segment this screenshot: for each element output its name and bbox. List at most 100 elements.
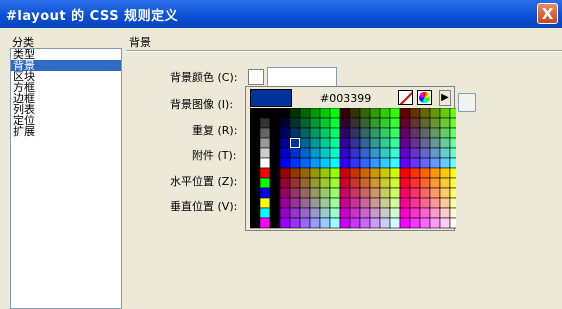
color-swatch[interactable] — [309, 157, 321, 169]
color-swatch[interactable] — [250, 217, 261, 229]
color-swatch[interactable] — [399, 167, 411, 179]
color-swatch[interactable] — [309, 117, 321, 129]
color-swatch[interactable] — [369, 157, 381, 169]
color-swatch[interactable] — [279, 147, 291, 159]
color-swatch[interactable] — [359, 207, 371, 219]
color-swatch[interactable] — [329, 137, 341, 149]
color-swatch[interactable] — [379, 197, 391, 209]
color-swatch[interactable] — [269, 187, 281, 199]
color-swatch[interactable] — [269, 197, 281, 209]
color-swatch[interactable] — [359, 108, 371, 119]
color-swatch[interactable] — [449, 137, 456, 149]
color-swatch[interactable] — [419, 108, 431, 119]
color-swatch[interactable] — [359, 177, 371, 189]
color-swatch[interactable] — [279, 187, 291, 199]
color-swatch[interactable] — [369, 207, 381, 219]
color-swatch[interactable] — [369, 137, 381, 149]
color-swatch[interactable] — [279, 207, 291, 219]
color-swatch[interactable] — [399, 197, 411, 209]
color-swatch[interactable] — [250, 147, 261, 159]
color-swatch[interactable] — [279, 217, 291, 229]
color-swatch[interactable] — [250, 187, 261, 199]
color-swatch[interactable] — [299, 147, 311, 159]
color-swatch[interactable] — [449, 167, 456, 179]
color-swatch[interactable] — [439, 197, 451, 209]
color-swatch[interactable] — [379, 217, 391, 229]
color-swatch[interactable] — [429, 207, 441, 219]
color-swatch[interactable] — [259, 197, 271, 209]
color-swatch[interactable] — [309, 197, 321, 209]
color-swatch[interactable] — [429, 147, 441, 159]
color-swatch[interactable] — [379, 207, 391, 219]
color-swatch[interactable] — [349, 167, 361, 179]
color-swatch[interactable] — [379, 127, 391, 139]
color-swatch[interactable] — [269, 157, 281, 169]
palette-menu-button[interactable]: ▶ — [439, 90, 451, 106]
color-swatch[interactable] — [299, 217, 311, 229]
color-swatch[interactable] — [359, 157, 371, 169]
color-swatch[interactable] — [349, 108, 361, 119]
color-swatch[interactable] — [319, 147, 331, 159]
color-swatch[interactable] — [409, 157, 421, 169]
color-swatch[interactable] — [369, 217, 381, 229]
color-swatch[interactable] — [329, 108, 341, 119]
color-swatch[interactable] — [299, 108, 311, 119]
color-swatch[interactable] — [439, 127, 451, 139]
color-swatch[interactable] — [259, 167, 271, 179]
color-swatch[interactable] — [339, 117, 351, 129]
color-swatch[interactable] — [279, 157, 291, 169]
color-swatch[interactable] — [319, 177, 331, 189]
color-swatch[interactable] — [409, 147, 421, 159]
color-swatch[interactable] — [289, 167, 301, 179]
color-swatch[interactable] — [429, 177, 441, 189]
color-swatch[interactable] — [409, 137, 421, 149]
color-swatch[interactable] — [329, 147, 341, 159]
color-swatch[interactable] — [299, 117, 311, 129]
color-swatch[interactable] — [429, 127, 441, 139]
color-swatch[interactable] — [250, 197, 261, 209]
color-swatch[interactable] — [329, 197, 341, 209]
color-swatch[interactable] — [409, 217, 421, 229]
color-swatch[interactable] — [419, 167, 431, 179]
color-swatch[interactable] — [379, 177, 391, 189]
color-swatch[interactable] — [409, 177, 421, 189]
category-item-extensions[interactable]: 扩展 — [11, 126, 121, 137]
color-swatch[interactable] — [319, 197, 331, 209]
color-swatch[interactable] — [349, 207, 361, 219]
color-swatch[interactable] — [439, 187, 451, 199]
color-swatch[interactable] — [259, 137, 271, 149]
color-swatch[interactable] — [439, 108, 451, 119]
color-swatch[interactable] — [389, 147, 401, 159]
color-swatch[interactable] — [379, 137, 391, 149]
color-swatch[interactable] — [389, 127, 401, 139]
color-swatch[interactable] — [439, 217, 451, 229]
color-swatch[interactable] — [339, 197, 351, 209]
color-grid[interactable] — [250, 108, 456, 229]
color-swatch[interactable] — [389, 167, 401, 179]
color-swatch[interactable] — [329, 127, 341, 139]
color-swatch[interactable] — [250, 137, 261, 149]
color-swatch[interactable] — [279, 177, 291, 189]
color-swatch[interactable] — [389, 187, 401, 199]
color-swatch[interactable] — [359, 117, 371, 129]
color-swatch[interactable] — [329, 117, 341, 129]
color-swatch[interactable] — [359, 137, 371, 149]
color-swatch[interactable] — [309, 108, 321, 119]
color-swatch[interactable] — [329, 217, 341, 229]
color-swatch[interactable] — [379, 147, 391, 159]
color-swatch[interactable] — [449, 187, 456, 199]
color-swatch[interactable] — [389, 177, 401, 189]
color-swatch[interactable] — [359, 127, 371, 139]
color-swatch[interactable] — [439, 207, 451, 219]
color-swatch[interactable] — [399, 217, 411, 229]
color-swatch[interactable] — [279, 127, 291, 139]
color-swatch[interactable] — [399, 207, 411, 219]
color-swatch[interactable] — [269, 108, 281, 119]
color-swatch[interactable] — [250, 108, 261, 119]
color-swatch[interactable] — [379, 117, 391, 129]
color-swatch[interactable] — [439, 137, 451, 149]
color-swatch[interactable] — [279, 137, 291, 149]
color-swatch[interactable] — [349, 137, 361, 149]
color-swatch[interactable] — [419, 127, 431, 139]
color-swatch[interactable] — [429, 167, 441, 179]
